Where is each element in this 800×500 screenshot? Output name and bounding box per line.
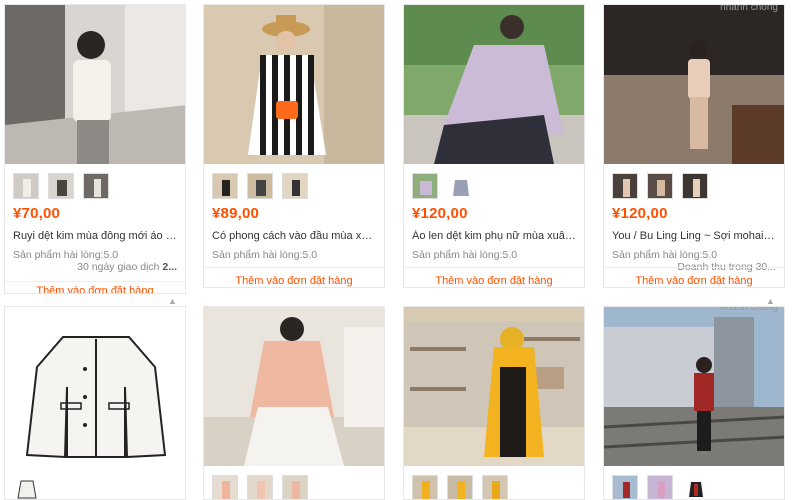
- variant-thumbnail[interactable]: [412, 475, 438, 499]
- variant-thumbnail[interactable]: [612, 475, 638, 499]
- product-photo[interactable]: [404, 307, 584, 466]
- variant-thumbnail[interactable]: [647, 173, 673, 199]
- satisfaction-rating: Sản phẩm hài lòng:5.0: [612, 249, 718, 261]
- product-title[interactable]: Áo len dệt kim phụ nữ mùa xuân pho...: [412, 230, 578, 242]
- variant-thumbnails: [212, 173, 308, 199]
- variant-thumbnails: [612, 475, 708, 499]
- add-to-order-button[interactable]: Thêm vào đơn đặt hàng: [5, 285, 185, 293]
- variant-thumbnail[interactable]: [647, 475, 673, 499]
- variant-thumbnail[interactable]: [247, 173, 273, 199]
- product-price: ¥120,00: [612, 205, 668, 222]
- variant-thumbnails: [412, 173, 473, 199]
- transactions-count: 30 ngày giao dịch 2...: [77, 261, 177, 273]
- add-to-order-button[interactable]: Thêm vào đơn đặt hàng: [204, 275, 384, 287]
- variant-thumbnails: [13, 173, 109, 199]
- variant-thumbnail[interactable]: [247, 475, 273, 499]
- add-to-order-bar: Thêm vào đơn đặt hàng: [204, 267, 384, 287]
- variant-thumbnails: [612, 173, 708, 199]
- variant-thumbnails: [13, 475, 39, 499]
- product-price: ¥120,00: [412, 205, 468, 222]
- transactions-value: 2...: [162, 261, 177, 273]
- product-photo[interactable]: [5, 5, 185, 164]
- product-card[interactable]: ¥89,00 Có phong cách vào đầu mùa xuân! Á…: [203, 4, 385, 288]
- satisfaction-rating: Sản phẩm hài lòng:5.0: [412, 249, 518, 261]
- product-title[interactable]: Có phong cách vào đầu mùa xuân! Á...: [212, 230, 378, 242]
- product-price: ¥89,00: [212, 205, 260, 222]
- add-to-order-button[interactable]: Thêm vào đơn đặt hàng: [404, 275, 584, 287]
- product-card[interactable]: [203, 306, 385, 500]
- product-photo[interactable]: [204, 5, 384, 164]
- satisfaction-rating: Sản phẩm hài lòng:5.0: [13, 249, 119, 261]
- product-card[interactable]: nhanh chóng: [603, 306, 785, 500]
- product-card[interactable]: ¥70,00 Ruyi dệt kim mùa đông mới áo khoá…: [4, 4, 186, 294]
- variant-thumbnail[interactable]: [48, 173, 74, 199]
- variant-thumbnail[interactable]: [682, 475, 708, 499]
- variant-thumbnails: [212, 475, 308, 499]
- product-photo[interactable]: [604, 307, 784, 466]
- product-title[interactable]: Ruyi dệt kim mùa đông mới áo khoác...: [13, 230, 179, 242]
- collapse-arrow-icon[interactable]: ▲: [766, 296, 775, 306]
- add-to-order-bar: Thêm vào đơn đặt hàng: [5, 281, 185, 293]
- variant-thumbnail[interactable]: [612, 173, 638, 199]
- variant-thumbnail[interactable]: [282, 475, 308, 499]
- add-to-order-button[interactable]: Thêm vào đơn đặt hàng: [604, 275, 784, 287]
- variant-thumbnail[interactable]: [212, 475, 238, 499]
- satisfaction-rating: Sản phẩm hài lòng:5.0: [212, 249, 318, 261]
- variant-thumbnail[interactable]: [447, 475, 473, 499]
- variant-thumbnail[interactable]: [482, 475, 508, 499]
- add-to-order-bar: Thêm vào đơn đặt hàng: [404, 267, 584, 287]
- add-to-order-bar: Thêm vào đơn đặt hàng: [604, 267, 784, 287]
- product-photo[interactable]: [404, 5, 584, 164]
- product-photo[interactable]: [5, 307, 185, 466]
- product-photo[interactable]: [204, 307, 384, 466]
- variant-thumbnail[interactable]: [282, 173, 308, 199]
- product-card[interactable]: [4, 306, 186, 500]
- variant-thumbnails: [412, 475, 508, 499]
- product-card[interactable]: ¥120,00 Áo len dệt kim phụ nữ mùa xuân p…: [403, 4, 585, 288]
- variant-thumbnail[interactable]: [13, 173, 39, 199]
- collapse-arrow-icon[interactable]: ▲: [168, 296, 177, 306]
- transactions-label: 30 ngày giao dịch: [77, 261, 163, 273]
- product-photo[interactable]: [604, 5, 784, 164]
- product-card[interactable]: nhanh chóng ¥120,00 You / Bu Ling Ling ~…: [603, 4, 785, 288]
- product-card[interactable]: [403, 306, 585, 500]
- watermark: nhanh chóng: [720, 306, 778, 313]
- variant-thumbnail[interactable]: [682, 173, 708, 199]
- product-title[interactable]: You / Bu Ling Ling ~ Sợi mohair áo le...: [612, 230, 778, 242]
- variant-thumbnail[interactable]: [13, 475, 39, 499]
- variant-thumbnail[interactable]: [447, 173, 473, 199]
- variant-thumbnail[interactable]: [212, 173, 238, 199]
- watermark: nhanh chóng: [720, 4, 778, 13]
- variant-thumbnail[interactable]: [412, 173, 438, 199]
- variant-thumbnail[interactable]: [83, 173, 109, 199]
- product-price: ¥70,00: [13, 205, 61, 222]
